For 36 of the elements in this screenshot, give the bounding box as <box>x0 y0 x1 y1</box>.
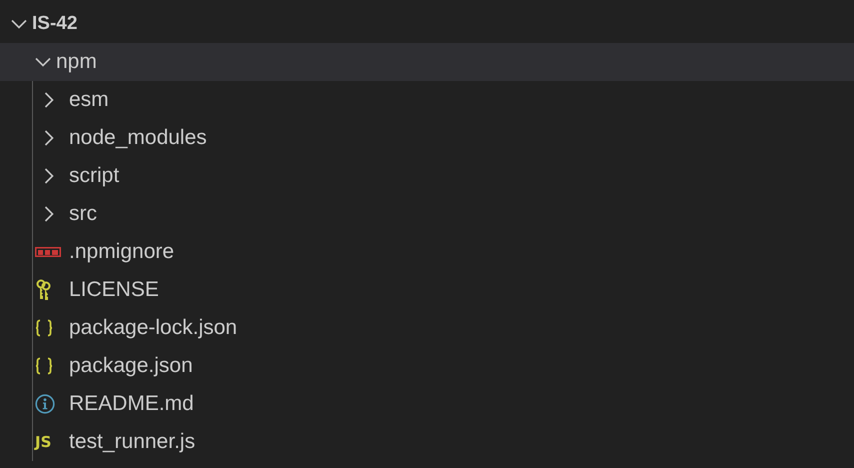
folder-row[interactable]: src <box>0 195 854 233</box>
folder-row[interactable]: esm <box>0 81 854 119</box>
folder-row[interactable]: npm <box>0 43 854 81</box>
file-name: .npmignore <box>69 240 174 264</box>
folder-row[interactable]: script <box>0 157 854 195</box>
folder-name: esm <box>69 88 109 112</box>
root-folder-row[interactable]: IS-42 <box>0 5 854 43</box>
folder-name: script <box>69 164 120 188</box>
file-row[interactable]: README.md <box>0 385 854 423</box>
chevron-down-icon <box>34 57 50 67</box>
file-name: README.md <box>69 392 194 416</box>
workspace-title: IS-42 <box>32 13 78 35</box>
file-name: package-lock.json <box>69 316 238 340</box>
chevron-down-icon <box>10 19 26 29</box>
chevron-right-icon <box>44 206 54 222</box>
folder-row[interactable]: node_modules <box>0 119 854 157</box>
keys-icon <box>35 279 51 301</box>
file-row[interactable]: package-lock.json <box>0 309 854 347</box>
file-row[interactable]: LICENSE <box>0 271 854 309</box>
file-row[interactable]: JS test_runner.js <box>0 423 854 461</box>
braces-icon <box>35 357 53 375</box>
js-file-icon: JS <box>35 433 52 451</box>
folder-name: src <box>69 202 97 226</box>
file-row[interactable]: package.json <box>0 347 854 385</box>
info-icon <box>35 394 55 414</box>
file-name: test_runner.js <box>69 430 196 454</box>
folder-name: node_modules <box>69 126 207 150</box>
braces-icon <box>35 319 53 337</box>
chevron-right-icon <box>44 168 54 184</box>
file-row[interactable]: .npmignore <box>0 233 854 271</box>
chevron-right-icon <box>44 130 54 146</box>
file-name: package.json <box>69 354 193 378</box>
chevron-right-icon <box>44 92 54 108</box>
folder-name: npm <box>56 50 97 74</box>
npm-logo-icon <box>35 247 61 257</box>
file-name: LICENSE <box>69 278 159 302</box>
